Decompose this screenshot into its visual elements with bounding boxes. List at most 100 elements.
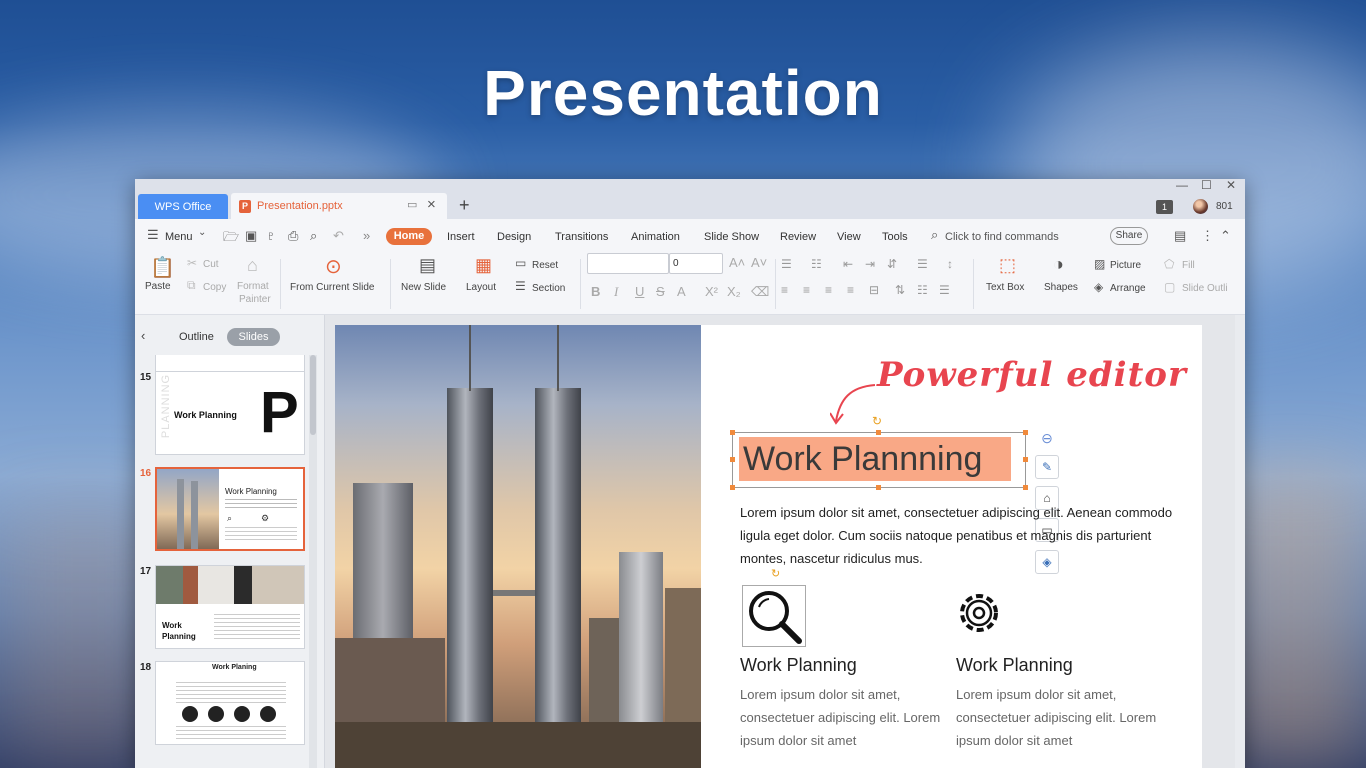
share-button[interactable]: Share [1110, 227, 1148, 245]
menu-button[interactable]: Menu [165, 231, 193, 243]
more-options-icon[interactable]: ⋮ [1201, 228, 1214, 244]
rotate-handle-icon[interactable]: ↻ [771, 567, 780, 580]
numbering-icon[interactable]: ☷ [811, 257, 822, 271]
slide-thumb-17[interactable]: Work Planning [155, 565, 305, 649]
open-folder-icon[interactable]: 🗁 [223, 228, 239, 250]
monitor-icon[interactable]: ▭ [407, 198, 417, 211]
play-icon[interactable]: ⊙ [325, 254, 342, 279]
tab-design[interactable]: Design [497, 231, 531, 243]
close-window-button[interactable]: ✕ [1226, 179, 1236, 192]
align-left-icon[interactable]: ≡ [781, 283, 788, 297]
slide-thumb-18[interactable]: Work Planing [155, 661, 305, 745]
font-size-select[interactable]: 0 [669, 253, 723, 274]
current-slide[interactable]: Powerful editor ↻ Work Plannning ⊖ ✎ ⌂ ▭… [335, 325, 1202, 768]
align-right-icon[interactable]: ≡ [825, 283, 832, 297]
align-options-icon[interactable]: ☰ [939, 283, 950, 297]
tab-insert[interactable]: Insert [447, 231, 475, 243]
tab-wps-office[interactable]: WPS Office [138, 194, 228, 219]
paste-icon[interactable]: 📋 [150, 255, 175, 280]
slide-body-text[interactable]: Lorem ipsum dolor sit amet, consectetuer… [740, 501, 1180, 570]
layout-icon[interactable]: ▦ [475, 255, 492, 276]
avatar[interactable] [1193, 199, 1208, 214]
paste-button[interactable]: Paste [145, 281, 171, 292]
user-count[interactable]: 801 [1216, 201, 1233, 212]
clear-format-icon[interactable]: ⌫ [751, 284, 769, 300]
tab-tools[interactable]: Tools [882, 231, 908, 243]
tab-transitions[interactable]: Transitions [555, 231, 608, 243]
tab-animation[interactable]: Animation [631, 231, 680, 243]
from-current-slide-button[interactable]: From Current Slide [290, 282, 374, 293]
grow-font-icon[interactable]: A˄ [729, 255, 745, 270]
save-icon[interactable]: ▣ [245, 228, 257, 244]
canvas-scrollbar[interactable] [1235, 315, 1245, 768]
distribute-icon[interactable]: ⊟ [869, 283, 879, 297]
rotate-handle-icon[interactable]: ↻ [872, 414, 882, 428]
column-1-text[interactable]: Lorem ipsum dolor sit amet, consectetuer… [740, 683, 945, 752]
slide-title[interactable]: Work Plannning [739, 437, 1011, 481]
column-2-text[interactable]: Lorem ipsum dolor sit amet, consectetuer… [956, 683, 1161, 752]
format-painter-label-2[interactable]: Painter [239, 294, 271, 305]
strikethrough-icon[interactable]: S [656, 284, 665, 299]
italic-icon[interactable]: I [614, 284, 618, 300]
chevron-down-icon[interactable]: ⌄ [198, 227, 206, 238]
paragraph-spacing-icon[interactable]: ⇅ [895, 283, 905, 297]
tab-home[interactable]: Home [386, 228, 432, 245]
panel-scrollbar[interactable] [309, 355, 317, 768]
slide-outline-button[interactable]: Slide Outli [1182, 283, 1228, 294]
column-2-title[interactable]: Work Planning [956, 655, 1073, 676]
pen-icon[interactable]: ✎ [1035, 455, 1059, 479]
format-painter-label-1[interactable]: Format [237, 281, 269, 292]
slide-thumb-16[interactable]: Work Planning ⌕ ⚙ [155, 467, 305, 551]
arrange-button[interactable]: Arrange [1110, 283, 1146, 294]
text-direction-icon[interactable]: ⇵ [887, 257, 897, 271]
text-box-icon[interactable]: ⬚ [999, 255, 1016, 276]
print-icon[interactable]: ⎙ [288, 228, 298, 244]
shapes-button[interactable]: Shapes [1044, 282, 1078, 293]
reset-button[interactable]: Reset [532, 260, 558, 271]
outline-tab[interactable]: Outline [179, 331, 214, 343]
text-box-button[interactable]: Text Box [986, 282, 1024, 293]
print-preview-icon[interactable]: ⌕ [310, 228, 317, 244]
font-name-select[interactable] [587, 253, 669, 274]
minimize-button[interactable]: — [1176, 179, 1188, 192]
shrink-font-icon[interactable]: A˅ [751, 255, 767, 270]
font-color-icon[interactable]: A [677, 284, 686, 299]
shapes-icon[interactable]: ◑ [1053, 254, 1064, 275]
align-center-icon[interactable]: ≡ [803, 283, 810, 297]
collapse-panel-icon[interactable]: ‹ [141, 328, 145, 343]
justify-icon[interactable]: ≡ [847, 283, 854, 297]
bold-icon[interactable]: B [591, 284, 600, 299]
new-slide-icon[interactable]: ▤ [419, 255, 436, 276]
section-button[interactable]: Section [532, 283, 565, 294]
cut-button[interactable]: Cut [203, 259, 219, 270]
comment-icon[interactable]: ▤ [1174, 228, 1186, 244]
collapse-ribbon-icon[interactable]: ⌃ [1220, 228, 1231, 244]
underline-icon[interactable]: U [635, 284, 644, 299]
tab-view[interactable]: View [837, 231, 861, 243]
window-count-badge[interactable]: 1 [1156, 200, 1173, 214]
command-search-input[interactable]: Click to find commands [945, 231, 1059, 243]
decrease-indent-icon[interactable]: ⇤ [843, 257, 853, 271]
new-tab-button[interactable]: + [459, 195, 470, 216]
bullets-icon[interactable]: ☰ [781, 257, 792, 271]
increase-indent-icon[interactable]: ⇥ [865, 257, 875, 271]
column-1-title[interactable]: Work Planning [740, 655, 857, 676]
layout-button[interactable]: Layout [466, 282, 496, 293]
format-painter-icon[interactable]: ♇ [266, 228, 276, 243]
hamburger-icon[interactable]: ☰ [147, 227, 159, 243]
search-icon[interactable]: ⌕ [931, 227, 938, 243]
more-icon[interactable]: » [363, 228, 370, 243]
columns-icon[interactable]: ☷ [917, 283, 928, 297]
undo-icon[interactable]: ↶ [333, 228, 344, 244]
line-spacing-icon[interactable]: ↕ [947, 257, 953, 271]
maximize-button[interactable]: ☐ [1201, 179, 1212, 192]
superscript-icon[interactable]: X² [705, 284, 718, 299]
subscript-icon[interactable]: X₂ [727, 284, 741, 299]
picture-button[interactable]: Picture [1110, 260, 1141, 271]
collapse-float-icon[interactable]: ⊖ [1037, 429, 1057, 449]
align-text-icon[interactable]: ☰ [917, 257, 928, 271]
fill-button[interactable]: Fill [1182, 260, 1195, 271]
copy-button[interactable]: Copy [203, 282, 226, 293]
slides-tab[interactable]: Slides [227, 328, 280, 346]
close-tab-icon[interactable]: × [427, 196, 436, 213]
